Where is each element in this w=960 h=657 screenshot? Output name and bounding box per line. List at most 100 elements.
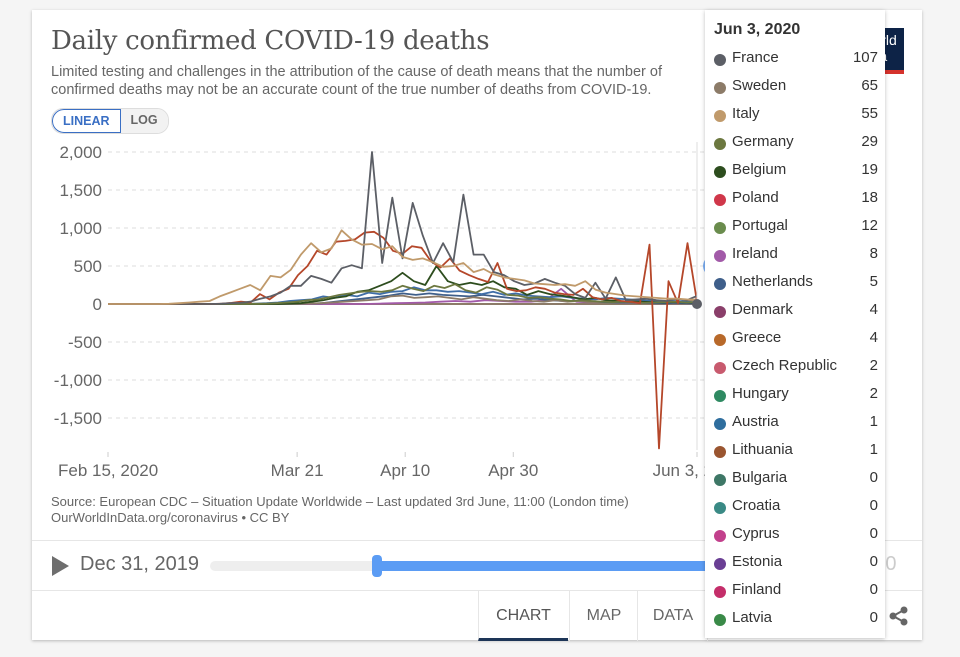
tooltip-row: Netherlands 5 — [714, 272, 878, 300]
tooltip-value: 1 — [869, 413, 878, 430]
tooltip-row: Portugal 12 — [714, 216, 878, 244]
tooltip-row: Italy 55 — [714, 104, 878, 132]
tooltip-value: 0 — [869, 581, 878, 598]
tooltip-date: Jun 3, 2020 — [714, 21, 801, 38]
license-text[interactable]: OurWorldInData.org/coronavirus • CC BY — [51, 510, 629, 526]
legend-dot-icon — [714, 558, 726, 570]
legend-dot-icon — [714, 82, 726, 94]
legend-dot-icon — [714, 530, 726, 542]
tooltip-row: Cyprus 0 — [714, 524, 878, 552]
series-line-spain — [108, 230, 698, 450]
tooltip: Jun 3, 2020 France 107 Sweden 65 Italy 55 Germ… — [705, 10, 885, 638]
tooltip-row: Ireland 8 — [714, 244, 878, 272]
tooltip-value: 2 — [869, 357, 878, 374]
tooltip-value: 18 — [861, 189, 878, 206]
legend-dot-icon — [714, 418, 726, 430]
tooltip-country-name: Portugal — [732, 217, 788, 234]
tooltip-row: Latvia 0 — [714, 608, 878, 636]
tooltip-country-name: Italy — [732, 105, 760, 122]
tooltip-country-name: Bulgaria — [732, 469, 788, 486]
y-tick-label: 500 — [74, 257, 102, 276]
tooltip-value: 107 — [852, 49, 878, 66]
legend-dot-icon — [714, 502, 726, 514]
y-tick-label: 1,000 — [59, 219, 102, 238]
tooltip-row: Bulgaria 0 — [714, 468, 878, 496]
tooltip-country-name: Latvia — [732, 609, 773, 626]
tooltip-value: 0 — [869, 609, 878, 626]
x-tick-label: Mar 21 — [271, 461, 324, 480]
tooltip-value: 5 — [869, 273, 878, 290]
tooltip-row: Croatia 0 — [714, 496, 878, 524]
tooltip-row: Estonia 0 — [714, 552, 878, 580]
timeline-start-label: Dec 31, 2019 — [80, 553, 199, 575]
tooltip-country-name: Denmark — [732, 301, 793, 318]
tab-map[interactable]: MAP — [569, 591, 638, 641]
tab-chart[interactable]: CHART — [478, 591, 568, 641]
tooltip-row: Czech Republic 2 — [714, 356, 878, 384]
tooltip-country-name: Lithuania — [732, 441, 793, 458]
tooltip-country-name: Hungary — [732, 385, 789, 402]
play-icon[interactable] — [52, 556, 69, 576]
legend-dot-icon — [714, 390, 726, 402]
x-tick-label: Apr 10 — [380, 461, 430, 480]
legend-dot-icon — [714, 110, 726, 122]
y-tick-label: -1,500 — [54, 409, 102, 428]
tooltip-value: 55 — [861, 105, 878, 122]
x-tick-label: Feb 15, 2020 — [58, 461, 158, 480]
legend-dot-icon — [714, 306, 726, 318]
y-tick-label: -1,000 — [54, 371, 102, 390]
tooltip-country-name: Cyprus — [732, 525, 780, 542]
tooltip-country-name: Austria — [732, 413, 779, 430]
tooltip-value: 12 — [861, 217, 878, 234]
tooltip-country-name: Czech Republic — [732, 357, 838, 374]
timeline-selected-range[interactable] — [377, 561, 737, 571]
legend-dot-icon — [714, 334, 726, 346]
legend-dot-icon — [714, 54, 726, 66]
tooltip-country-name: Belgium — [732, 161, 787, 178]
tooltip-country-name: Poland — [732, 189, 779, 206]
y-tick-label: 1,500 — [59, 181, 102, 200]
legend-dot-icon — [714, 362, 726, 374]
tooltip-country-name: Germany — [732, 133, 794, 150]
tooltip-value: 19 — [861, 161, 878, 178]
tooltip-country-name: Netherlands — [732, 273, 813, 290]
legend-dot-icon — [714, 614, 726, 626]
tooltip-row: Finland 0 — [714, 580, 878, 608]
tooltip-value: 0 — [869, 553, 878, 570]
tooltip-row: Greece 4 — [714, 328, 878, 356]
tooltip-value: 0 — [869, 525, 878, 542]
chart-source: Source: European CDC – Situation Update … — [51, 494, 629, 526]
tooltip-row: Denmark 4 — [714, 300, 878, 328]
legend-dot-icon — [714, 278, 726, 290]
tooltip-row: France 107 — [714, 48, 878, 76]
y-tick-label: 2,000 — [59, 143, 102, 162]
legend-dot-icon — [714, 586, 726, 598]
tooltip-row: Belgium 19 — [714, 160, 878, 188]
legend-dot-icon — [714, 446, 726, 458]
tooltip-country-name: France — [732, 49, 779, 66]
tooltip-value: 0 — [869, 497, 878, 514]
tooltip-row: Germany 29 — [714, 132, 878, 160]
tooltip-value: 2 — [869, 385, 878, 402]
tooltip-value: 1 — [869, 441, 878, 458]
y-tick-label: 0 — [93, 295, 102, 314]
tooltip-row: Poland 18 — [714, 188, 878, 216]
legend-dot-icon — [714, 222, 726, 234]
tooltip-row: Lithuania 1 — [714, 440, 878, 468]
tab-data[interactable]: DATA — [637, 591, 708, 641]
hover-point — [692, 299, 702, 309]
tooltip-row: Austria 1 — [714, 412, 878, 440]
timeline-start-handle[interactable] — [372, 555, 382, 577]
y-tick-label: -500 — [68, 333, 102, 352]
tooltip-country-name: Estonia — [732, 553, 783, 570]
tooltip-value: 4 — [869, 301, 878, 318]
tooltip-value: 4 — [869, 329, 878, 346]
tooltip-row: Sweden 65 — [714, 76, 878, 104]
legend-dot-icon — [714, 194, 726, 206]
tooltip-value: 0 — [869, 469, 878, 486]
tooltip-country-name: Greece — [732, 329, 782, 346]
legend-dot-icon — [714, 166, 726, 178]
share-icon[interactable] — [888, 605, 910, 627]
tooltip-country-name: Croatia — [732, 497, 781, 514]
tooltip-country-name: Finland — [732, 581, 782, 598]
